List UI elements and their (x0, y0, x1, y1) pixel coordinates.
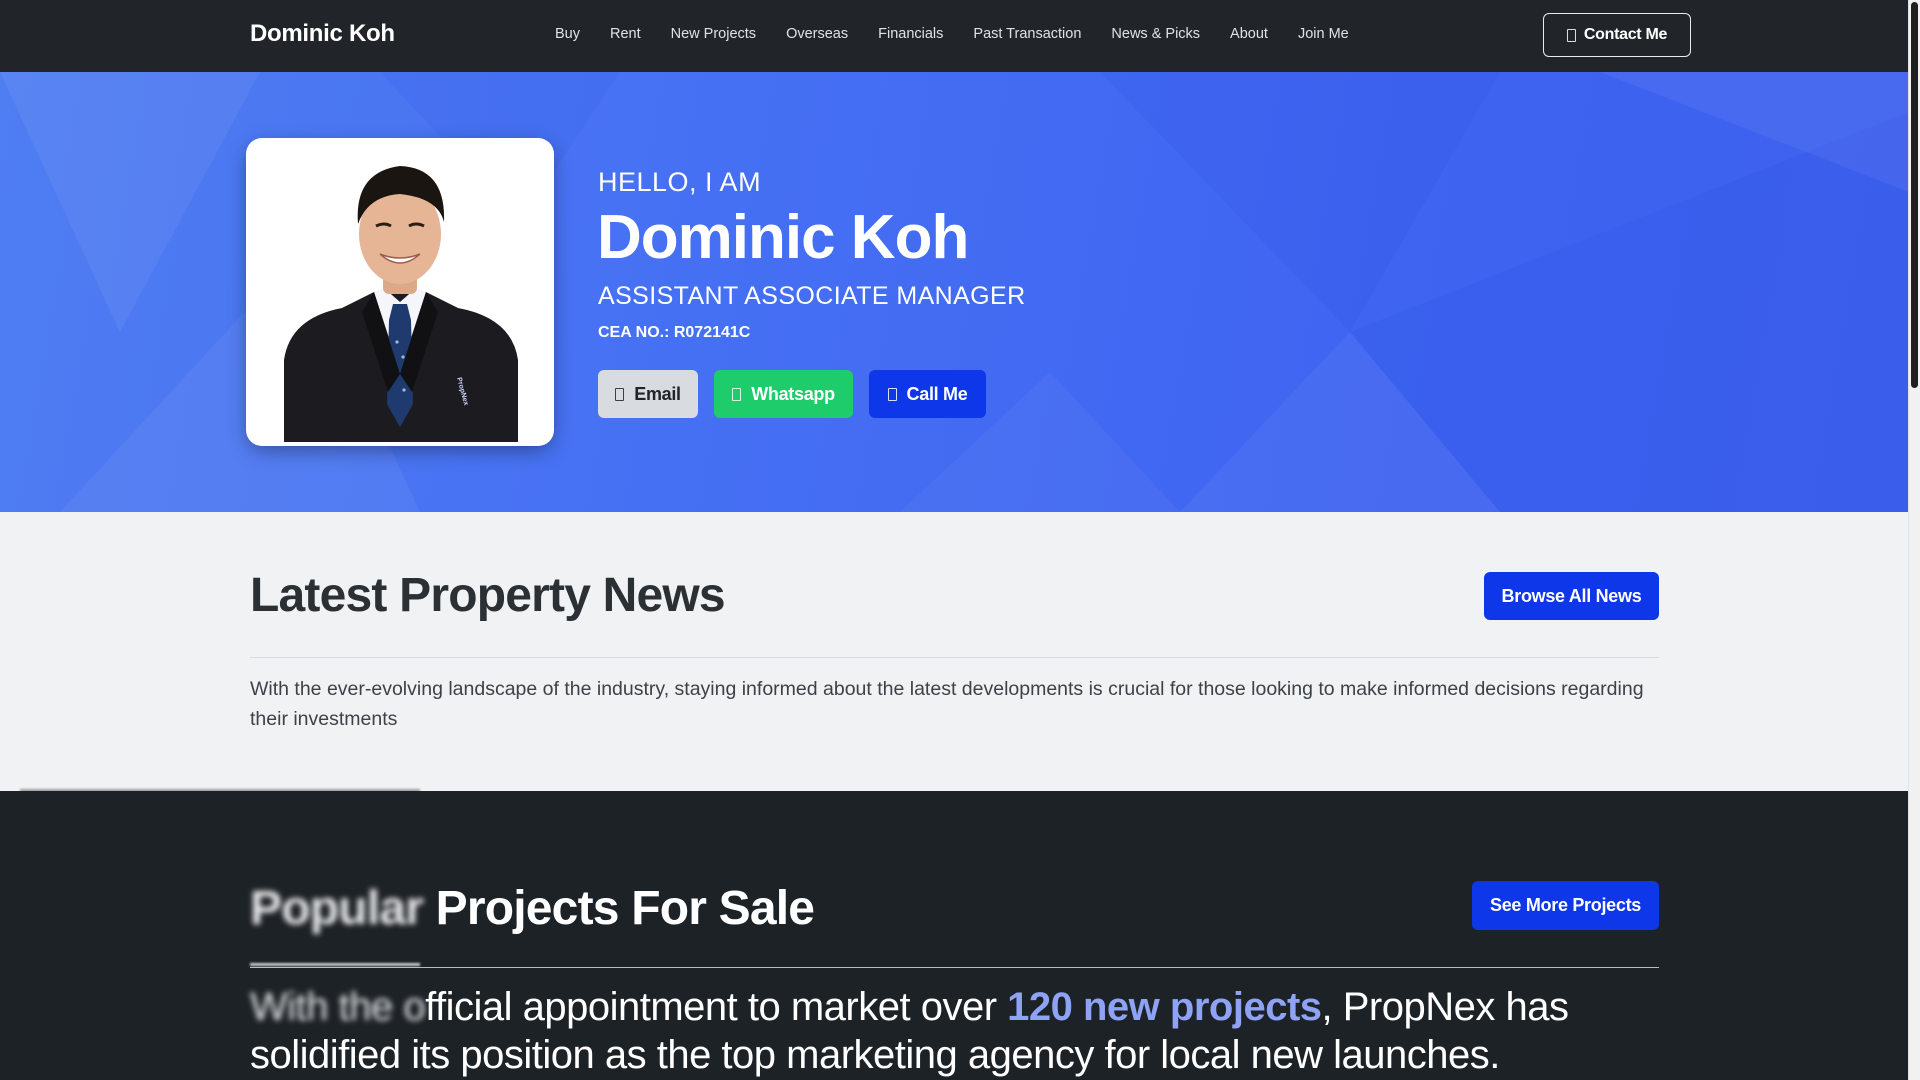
nav-item-new-projects[interactable]: New Projects (656, 26, 771, 42)
nav-item-news-picks[interactable]: News & Picks (1096, 26, 1215, 42)
hero-name: Dominic Koh (597, 203, 969, 272)
contact-me-label: Contact Me (1583, 26, 1668, 43)
nav-item-financials[interactable]: Financials (863, 26, 958, 42)
contact-me-button[interactable]: Contact Me (1543, 13, 1691, 57)
nav-item-join-me[interactable]: Join Me (1283, 26, 1364, 42)
brand-logo[interactable]: Dominic Koh (250, 20, 395, 48)
envelope-icon (615, 387, 625, 401)
nav-item-past-transaction[interactable]: Past Transaction (958, 26, 1096, 42)
email-button[interactable]: Email (598, 370, 698, 418)
hero-section: PropNex HELLO, I AM Dominic Koh ASSISTAN… (0, 72, 1909, 512)
see-more-projects-button[interactable]: See More Projects (1472, 881, 1659, 930)
projects-description: With the official appointment to market … (250, 983, 1670, 1079)
page: Dominic Koh Buy Rent New Projects Overse… (0, 0, 1909, 1080)
navbar: Dominic Koh Buy Rent New Projects Overse… (0, 0, 1909, 72)
projects-count-highlight: 120 new projects (1007, 985, 1322, 1029)
main-nav: Buy Rent New Projects Overseas Financial… (540, 26, 1364, 42)
agent-photo: PropNex (250, 142, 550, 442)
call-me-label: Call Me (906, 383, 968, 404)
scrollbar-thumb[interactable] (1911, 2, 1918, 388)
projects-divider (250, 967, 1659, 968)
call-me-button[interactable]: Call Me (869, 370, 986, 418)
hero-job-title: ASSISTANT ASSOCIATE MANAGER (598, 282, 1026, 310)
nav-item-overseas[interactable]: Overseas (771, 26, 863, 42)
email-label: Email (634, 383, 681, 404)
projects-text-blurred: With the o (250, 985, 426, 1029)
browse-all-news-button[interactable]: Browse All News (1484, 572, 1659, 620)
nav-item-buy[interactable]: Buy (540, 26, 595, 42)
projects-heading-blurred: Popular (250, 882, 424, 935)
news-divider (250, 657, 1659, 658)
projects-heading-underline (250, 963, 420, 966)
cea-number: CEA NO.: R072141C (598, 324, 751, 341)
whatsapp-button[interactable]: Whatsapp (714, 370, 853, 418)
projects-text-part1: fficial appointment to market over (425, 985, 1008, 1029)
projects-heading: Popular Projects For Sale (250, 881, 815, 936)
nav-item-rent[interactable]: Rent (595, 26, 656, 42)
whatsapp-label: Whatsapp (751, 383, 835, 404)
projects-section: Popular Projects For Sale See More Proje… (0, 791, 1909, 1080)
news-section: Latest Property News Browse All News Wit… (0, 512, 1909, 793)
news-description: With the ever-evolving landscape of the … (250, 678, 1644, 730)
projects-heading-rest: Projects For Sale (423, 882, 815, 935)
whatsapp-icon (732, 387, 742, 401)
news-heading: Latest Property News (250, 569, 726, 622)
nav-item-about[interactable]: About (1215, 26, 1283, 42)
user-icon (1566, 28, 1576, 42)
page-scrollbar[interactable] (1908, 0, 1920, 1080)
hero-greeting: HELLO, I AM (598, 167, 762, 197)
phone-icon (887, 387, 897, 401)
